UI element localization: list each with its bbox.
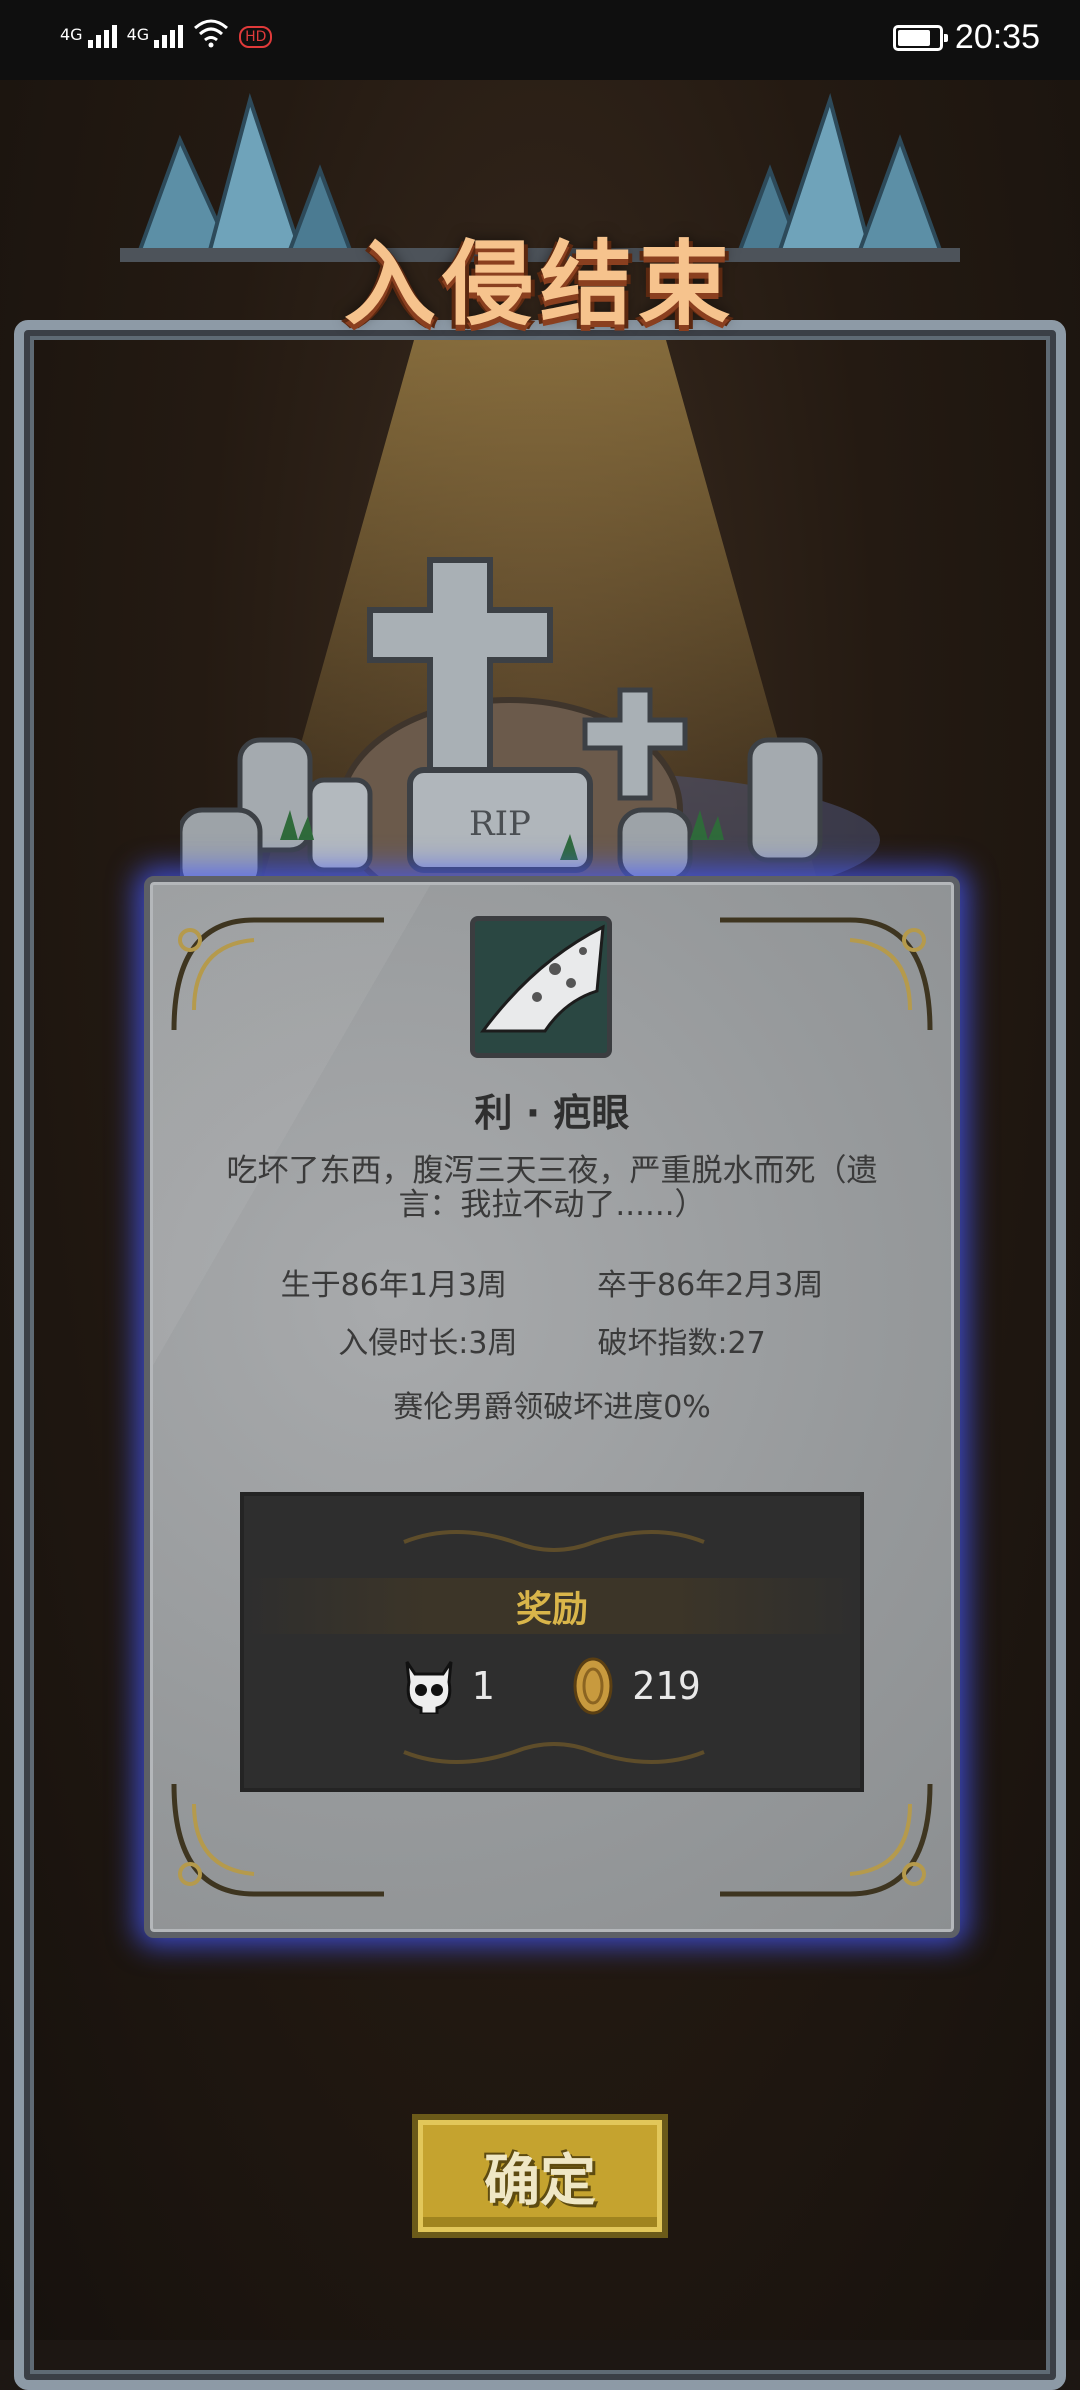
skull-icon bbox=[405, 1661, 453, 1714]
reward-item-coin: 219 bbox=[570, 1656, 701, 1716]
invasion-end-title: 入侵结束 bbox=[343, 231, 736, 338]
reward-item-skull: 1 bbox=[403, 1658, 494, 1714]
reward-items: 1 219 bbox=[244, 1656, 860, 1716]
corner-ornament bbox=[171, 917, 384, 1031]
reward-deco-bottom bbox=[403, 1742, 705, 1764]
territory-progress: 赛伦男爵领破坏进度0% bbox=[393, 1390, 711, 1425]
invasion-duration: 入侵时长:3周 bbox=[338, 1326, 518, 1361]
coin-amount: 219 bbox=[632, 1664, 701, 1708]
signal2-label: 4G bbox=[126, 25, 150, 44]
progress-row: 赛伦男爵领破坏进度0% bbox=[150, 1382, 954, 1426]
stats-row: 入侵时长:3周 破坏指数:27 bbox=[150, 1318, 954, 1362]
life-dates-row: 生于86年1月3周 卒于86年2月3周 bbox=[150, 1260, 954, 1304]
cell-signal-icon-2: 4G bbox=[127, 25, 184, 48]
epitaph-panel: 利 · 疤眼 吃坏了东西，腹泻三天三夜，严重脱水而死（遗言：我拉不动了.....… bbox=[144, 876, 960, 1938]
bone-blade-icon bbox=[470, 916, 612, 1058]
skull-amount: 1 bbox=[471, 1664, 495, 1708]
epitaph-text: 吃坏了东西，腹泻三天三夜，严重脱水而死（遗言：我拉不动了......） bbox=[226, 1153, 878, 1223]
reward-deco-top bbox=[403, 1530, 705, 1552]
status-icons-left: 4G 4G HD bbox=[60, 18, 273, 48]
hd-badge: HD bbox=[239, 26, 273, 48]
confirm-button[interactable]: 确定 bbox=[412, 2114, 668, 2238]
reward-box: 奖励 1 219 bbox=[240, 1492, 864, 1792]
died-date: 卒于86年2月3周 bbox=[597, 1268, 824, 1303]
corner-ornament bbox=[720, 917, 933, 1031]
clock: 20:35 bbox=[954, 18, 1040, 56]
game-scene: 入侵结束 RIP 利 · 疤眼 吃坏了东西，腹泻三天三夜，严重脱水而死（遗言：我… bbox=[0, 80, 1080, 2390]
signal1-label: 4G bbox=[60, 25, 83, 44]
corner-ornament bbox=[720, 1783, 933, 1897]
graveyard-illustration: RIP bbox=[180, 557, 880, 890]
status-icons-right: 20:35 bbox=[892, 18, 1040, 57]
destruction-index: 破坏指数:27 bbox=[597, 1326, 766, 1361]
reward-title: 奖励 bbox=[515, 1589, 588, 1630]
character-name: 利 · 疤眼 bbox=[474, 1091, 630, 1135]
gold-coin-icon bbox=[573, 1657, 613, 1715]
status-bar: 4G 4G HD 20:35 bbox=[0, 0, 1080, 80]
wifi-icon bbox=[194, 19, 229, 48]
cell-signal-icon: 4G bbox=[60, 25, 117, 48]
battery-icon bbox=[892, 24, 948, 51]
corner-ornament bbox=[171, 1783, 384, 1897]
born-date: 生于86年1月3周 bbox=[280, 1268, 507, 1303]
rip-text: RIP bbox=[469, 804, 531, 844]
